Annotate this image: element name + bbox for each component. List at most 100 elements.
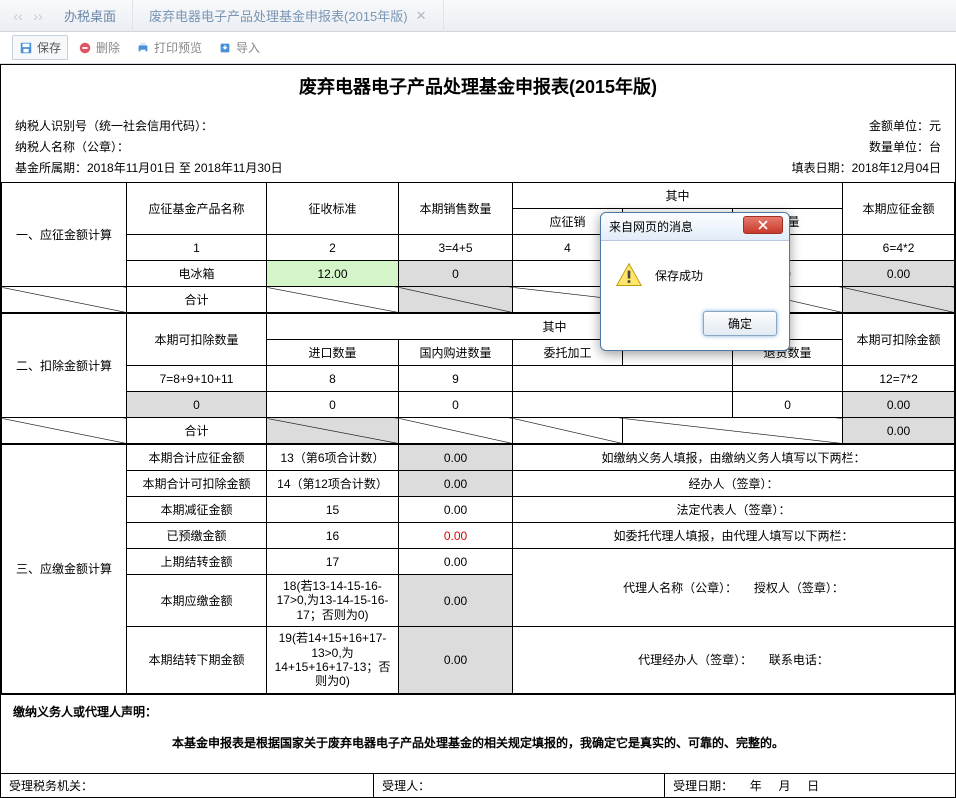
col-amount: 本期可扣除金额 [843,314,955,366]
idx-hidden2 [733,366,843,392]
idx-8: 8 [267,366,399,392]
row-formula: 16 [267,523,399,549]
ok-button[interactable]: 确定 [703,311,777,336]
v4-cell[interactable] [513,392,733,418]
message-dialog: 来自网页的消息 保存成功 确定 [600,212,790,351]
dialog-title-bar[interactable]: 来自网页的消息 [601,213,789,241]
tab-close-icon[interactable]: ✕ [416,8,427,24]
dialog-footer: 确定 [601,303,789,350]
product-cell: 电冰箱 [127,261,267,287]
col-deduct-qty: 本期可扣除数量 [127,314,267,366]
col-import: 进口数量 [267,340,399,366]
v5-cell[interactable]: 0 [733,392,843,418]
agent-handler-label: 代理经办人（签章）： [638,653,752,667]
amt-cell: 0.00 [843,261,955,287]
report-header: 纳税人识别号（统一社会信用代码）： 金额单位：元 纳税人名称（公章）： 数量单位… [1,117,955,182]
col-sales-qty: 本期销售数量 [399,183,513,235]
amount-unit: 金额单位：元 [869,117,941,134]
row-label: 本期合计可扣除金额 [127,471,267,497]
declaration-head: 缴纳义务人或代理人声明： [13,703,943,720]
footer-day: 日 [807,779,819,793]
v1-cell: 0 [127,392,267,418]
idx-2: 2 [267,235,399,261]
row-label: 本期减征金额 [127,497,267,523]
section3-table: 三、应缴金额计算 本期合计应征金额 13（第6项合计数） 0.00 如缴纳义务人… [1,444,955,694]
section2-label: 二、扣除金额计算 [2,314,127,418]
import-button[interactable]: 导入 [212,36,266,59]
row-value[interactable]: 0.00 [399,497,513,523]
rate-cell[interactable]: 12.00 [267,261,399,287]
button-label: 删除 [96,39,120,56]
declaration: 缴纳义务人或代理人声明： 本基金申报表是根据国家关于废弃电器电子产品处理基金的相… [1,694,955,773]
idx-3: 3=4+5 [399,235,513,261]
diag-cell [267,418,399,444]
signer-line5: 代理人名称（公章）： 授权人（签章）： [513,549,955,627]
toolbar: 保存 删除 打印预览 导入 [0,32,956,64]
tab-report[interactable]: 废弃电器电子产品处理基金申报表(2015年版) ✕ [133,0,444,32]
tab-label: 废弃电器电子产品处理基金申报表(2015年版) [149,6,408,25]
row-label: 本期合计应征金额 [127,445,267,471]
footer-month: 月 [778,779,790,793]
footer-authority: 受理税务机关： [1,774,374,797]
row-formula: 17 [267,549,399,575]
button-label: 打印预览 [154,39,202,56]
row-label: 本期应缴金额 [127,575,267,627]
top-nav: ‹‹ ›› 办税桌面 废弃电器电子产品处理基金申报表(2015年版) ✕ [0,0,956,32]
row-formula: 18(若13-14-15-16-17>0,为13-14-15-16-17；否则为… [267,575,399,627]
delete-button[interactable]: 删除 [72,36,126,59]
subtotal-label: 合计 [127,418,267,444]
idx-9: 9 [399,366,513,392]
col-amount: 本期应征金额 [843,183,955,235]
close-icon [757,220,769,230]
save-icon [19,41,33,55]
col-rate: 征收标准 [267,183,399,235]
row-formula: 14（第12项合计数） [267,471,399,497]
tab-desktop[interactable]: 办税桌面 [48,0,133,32]
col-ofwhich: 其中 [513,183,843,209]
dialog-title: 来自网页的消息 [609,218,693,235]
row-value[interactable]: 0.00 [399,523,513,549]
signer-line1: 如缴纳义务人填报，由缴纳义务人填写以下两栏： [513,445,955,471]
declaration-body: 本基金申报表是根据国家关于废弃电器电子产品处理基金的相关规定填报的，我确定它是真… [13,734,943,751]
contact-phone-label: 联系电话： [769,653,829,667]
col-product: 应征基金产品名称 [127,183,267,235]
diag-cell [513,418,623,444]
row-formula: 15 [267,497,399,523]
nav-forward-icon[interactable]: ›› [28,6,48,26]
warning-icon [615,261,643,289]
diag-cell [843,287,955,313]
diag-cell [2,287,127,313]
row-label: 上期结转金额 [127,549,267,575]
save-button[interactable]: 保存 [12,35,68,60]
report-document: 废弃电器电子产品处理基金申报表(2015年版) 纳税人识别号（统一社会信用代码）… [0,64,956,798]
signer-line6: 代理经办人（签章）： 联系电话： [513,627,955,694]
dialog-body: 保存成功 [601,241,789,303]
section2-table: 二、扣除金额计算 本期可扣除数量 其中 本期可扣除金额 进口数量 国内购进数量 … [1,313,955,444]
dialog-message: 保存成功 [655,267,703,284]
button-label: 导入 [236,39,260,56]
diag-cell [623,418,843,444]
nav-back-icon[interactable]: ‹‹ [8,6,28,26]
section1-label: 一、应征金额计算 [2,183,127,287]
agent-name-label: 代理人名称（公章）： [623,581,737,595]
report-title: 废弃电器电子产品处理基金申报表(2015年版) [1,73,955,99]
row-value: 0.00 [399,445,513,471]
print-preview-button[interactable]: 打印预览 [130,36,208,59]
v2-cell[interactable]: 0 [267,392,399,418]
v3-cell[interactable]: 0 [399,392,513,418]
section1-table: 一、应征金额计算 应征基金产品名称 征收标准 本期销售数量 其中 本期应征金额 … [1,182,955,313]
row-formula: 13（第6项合计数） [267,445,399,471]
print-icon [136,41,150,55]
amt-cell: 0.00 [843,392,955,418]
footer-date: 受理日期： 年 月 日 [665,774,955,797]
idx-6: 6=4*2 [843,235,955,261]
idx-7: 7=8+9+10+11 [127,366,267,392]
row-value: 0.00 [399,627,513,694]
signer-line4: 如委托代理人填报，由代理人填写以下两栏： [513,523,955,549]
row-label: 本期结转下期金额 [127,627,267,694]
row-value[interactable]: 0.00 [399,549,513,575]
dialog-close-button[interactable] [743,216,783,234]
row-value: 0.00 [399,471,513,497]
row-value: 0.00 [399,575,513,627]
subtotal-label: 合计 [127,287,267,313]
